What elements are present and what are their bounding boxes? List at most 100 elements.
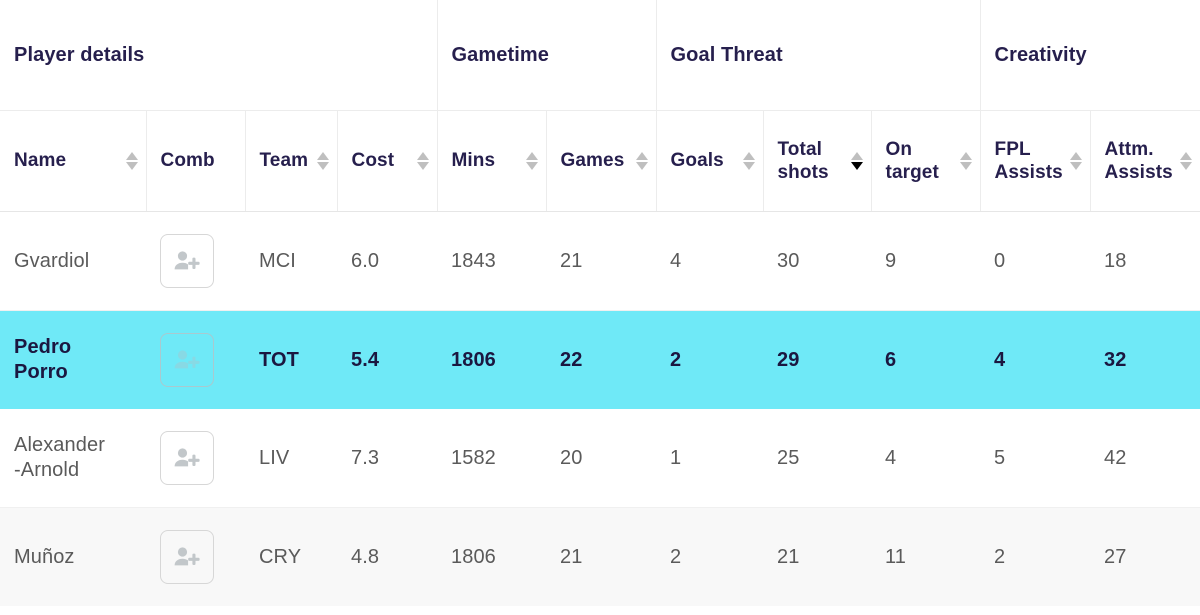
cell-goals: 4 [656,211,764,311]
sort-asc-arrow-icon [635,151,648,160]
column-label: Team [259,150,309,172]
column-group-gametime: Gametime [437,0,657,111]
column-header-comb: Comb [146,110,246,212]
column-header-name[interactable]: Name [0,110,147,212]
cell-comb [146,507,245,606]
sort-toggle-on-target[interactable] [959,152,976,170]
sort-desc-arrow-icon [1069,162,1082,170]
sort-desc-arrow-icon [742,161,755,170]
cell-goals: 1 [656,409,764,508]
column-header-team[interactable]: Team [245,110,338,212]
sort-toggle-attm-assists[interactable] [1180,152,1196,170]
cell-on-target: 11 [871,507,981,606]
add-player-button[interactable] [160,333,214,387]
add-person-icon [174,251,200,270]
sort-desc-arrow-icon [525,161,538,170]
cell-mins: 1806 [437,507,546,606]
column-header-fpl-assists[interactable]: FPL Assists [980,110,1091,212]
column-label: Attm. Assists [1104,138,1173,183]
sort-desc-arrow-icon [850,162,863,170]
cell-cost: 6.0 [337,211,437,311]
column-label: Total shots [777,138,829,183]
column-header-mins[interactable]: Mins [437,110,547,212]
table-row[interactable]: Muñoz CRY 4.8 1806 21 2 21 11 2 27 [0,507,1200,606]
cell-name: Pedro Porro [0,310,146,409]
sort-toggle-total-shots[interactable] [850,152,867,170]
sort-desc-arrow-icon [125,161,138,170]
cell-total-shots: 29 [763,310,872,409]
column-label: Games [560,150,625,172]
cell-games: 20 [546,409,657,508]
sort-asc-arrow-icon [850,152,863,160]
sort-asc-arrow-icon [416,151,429,160]
column-label: Goals [670,150,724,172]
cell-goals: 2 [656,507,764,606]
sort-toggle-goals[interactable] [742,151,759,170]
column-group-player-details: Player details [0,0,438,111]
add-player-button[interactable] [160,234,214,288]
cell-comb [146,310,245,409]
cell-team: MCI [245,211,337,311]
column-header-on-target[interactable]: On target [871,110,981,212]
add-player-button[interactable] [160,530,214,584]
player-stats-table: Player details Gametime Goal Threat Crea… [0,0,1200,606]
cell-games: 21 [546,507,657,606]
sort-desc-arrow-icon [635,161,648,170]
cell-goals: 2 [656,310,764,409]
cell-team: CRY [245,507,337,606]
column-group-goal-threat: Goal Threat [656,0,981,111]
cell-team: TOT [245,310,337,409]
sort-toggle-team[interactable] [316,151,333,170]
column-label: On target [885,138,939,183]
column-group-label: Creativity [994,43,1087,66]
column-header-goals[interactable]: Goals [656,110,764,212]
sort-asc-arrow-icon [125,151,138,160]
add-player-button[interactable] [160,431,214,485]
sort-asc-arrow-icon [742,151,755,160]
table-body: Gvardiol MCI 6.0 1843 21 4 30 9 0 18 Ped… [0,211,1200,606]
column-header-total-shots[interactable]: Total shots [763,110,872,212]
sort-desc-arrow-icon [416,161,429,170]
column-group-header-row: Player details Gametime Goal Threat Crea… [0,0,1200,111]
column-group-label: Player details [14,43,145,66]
sort-toggle-cost[interactable] [416,151,433,170]
cell-mins: 1806 [437,310,546,409]
cell-mins: 1843 [437,211,546,311]
add-person-icon [174,350,200,369]
sort-asc-arrow-icon [1180,152,1193,160]
sort-asc-arrow-icon [1069,152,1082,160]
sort-toggle-games[interactable] [635,151,652,170]
cell-games: 22 [546,310,657,409]
cell-on-target: 6 [871,310,981,409]
cell-attm-assists: 32 [1090,310,1200,409]
table-row[interactable]: Alexander -Arnold LIV 7.3 1582 20 1 25 4… [0,409,1200,508]
column-header-games[interactable]: Games [546,110,657,212]
cell-total-shots: 25 [763,409,872,508]
table-row[interactable]: Gvardiol MCI 6.0 1843 21 4 30 9 0 18 [0,211,1200,311]
column-header-row: Name Comb Team Cost Mins Games Goals Tot… [0,110,1200,212]
cell-team: LIV [245,409,337,508]
cell-comb [146,409,245,508]
sort-desc-arrow-icon [959,162,972,170]
cell-total-shots: 30 [763,211,872,311]
sort-toggle-name[interactable] [125,151,142,170]
column-group-label: Goal Threat [670,43,783,66]
add-person-icon [174,547,200,566]
table-row[interactable]: Pedro Porro TOT 5.4 1806 22 2 29 6 4 32 [0,310,1200,409]
cell-games: 21 [546,211,657,311]
cell-attm-assists: 42 [1090,409,1200,508]
column-header-attm-assists[interactable]: Attm. Assists [1090,110,1200,212]
cell-attm-assists: 18 [1090,211,1200,311]
sort-toggle-mins[interactable] [525,151,542,170]
cell-cost: 7.3 [337,409,437,508]
cell-mins: 1582 [437,409,546,508]
column-label: Cost [351,150,395,172]
column-group-label: Gametime [451,43,550,66]
sort-desc-arrow-icon [1180,162,1193,170]
column-label: Comb [160,150,215,172]
cell-cost: 5.4 [337,310,437,409]
sort-toggle-fpl-assists[interactable] [1069,152,1086,170]
column-header-cost[interactable]: Cost [337,110,438,212]
column-label: Name [14,150,67,172]
column-label: Mins [451,150,496,172]
